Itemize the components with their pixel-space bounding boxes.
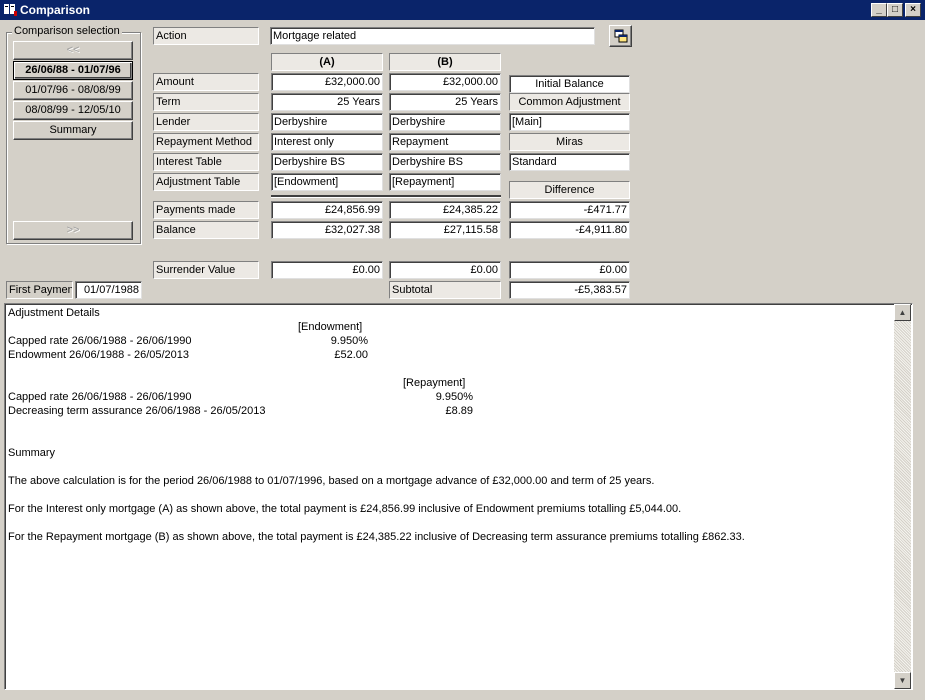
period-item-3[interactable]: 08/08/99 - 12/05/10 [13, 101, 133, 120]
details-scrollbar[interactable]: ▲ ▼ [894, 304, 911, 689]
common-adjustment-field[interactable]: [Main] [509, 113, 630, 131]
comparison-selection-label: Comparison selection [12, 25, 122, 37]
action-lookup-button[interactable] [609, 25, 632, 47]
surrender-value-label: Surrender Value [153, 261, 259, 279]
down-arrow-icon: ▼ [898, 676, 907, 685]
details-title: Adjustment Details [8, 307, 100, 319]
minimize-button[interactable]: _ [871, 3, 887, 17]
payments-difference-value: -£471.77 [509, 201, 630, 219]
surrender-difference-value: £0.00 [509, 261, 630, 279]
term-label: Term [153, 93, 259, 111]
close-button[interactable]: × [905, 3, 921, 17]
balance-difference-value: -£4,911.80 [509, 221, 630, 239]
first-payment-field[interactable]: 01/07/1988 [75, 281, 142, 299]
endow-row-1-label: Capped rate 26/06/1988 - 26/06/1990 [8, 335, 192, 347]
repayment-b-field[interactable]: Repayment [389, 133, 501, 151]
adjustment-a-field[interactable]: [Endowment] [271, 173, 383, 191]
column-b-header: (B) [389, 53, 501, 71]
initial-balance-label: Initial Balance [509, 75, 630, 93]
repay-row-1-label: Capped rate 26/06/1988 - 26/06/1990 [8, 391, 192, 403]
maximize-button[interactable]: □ [887, 3, 903, 17]
endow-row-2-label: Endowment 26/06/1988 - 26/05/2013 [8, 349, 190, 361]
payments-b-value: £24,385.22 [389, 201, 501, 219]
copy-windows-icon [614, 29, 627, 43]
period-item-2[interactable]: 01/07/96 - 08/08/99 [13, 81, 133, 100]
close-icon: × [910, 4, 916, 15]
subtotal-value: -£5,383.57 [509, 281, 630, 299]
results-separator [271, 195, 501, 198]
miras-field[interactable]: Standard [509, 153, 630, 171]
action-label: Action [153, 27, 259, 45]
term-a-field[interactable]: 25 Years [271, 93, 383, 111]
summary-line-3: For the Repayment mortgage (B) as shown … [8, 531, 745, 543]
column-a-header: (A) [271, 53, 383, 71]
up-arrow-icon: ▲ [898, 308, 907, 317]
minimize-icon: _ [876, 4, 882, 15]
amount-label: Amount [153, 73, 259, 91]
next-button[interactable]: >> [13, 221, 133, 240]
surrender-a-value: £0.00 [271, 261, 383, 279]
app-icon [4, 4, 17, 16]
prev-button[interactable]: << [13, 41, 133, 60]
interest-a-field[interactable]: Derbyshire BS [271, 153, 383, 171]
interest-table-label: Interest Table [153, 153, 259, 171]
repay-row-1-value: 9.950% [435, 391, 473, 403]
difference-header: Difference [509, 181, 630, 199]
amount-b-field[interactable]: £32,000.00 [389, 73, 501, 91]
first-payment-label: First Payment [6, 281, 73, 299]
balance-label: Balance [153, 221, 259, 239]
summary-line-2: For the Interest only mortgage (A) as sh… [8, 503, 682, 515]
repayment-a-field[interactable]: Interest only [271, 133, 383, 151]
subtotal-label: Subtotal [389, 281, 501, 299]
period-item-1[interactable]: 26/06/88 - 01/07/96 [13, 61, 133, 80]
repay-row-2-value: £8.89 [445, 405, 473, 417]
maximize-icon: □ [891, 4, 899, 15]
adjustment-table-label: Adjustment Table [153, 173, 259, 191]
miras-label: Miras [509, 133, 630, 151]
endowment-header: [Endowment] [298, 321, 363, 333]
repayment-method-label: Repayment Method [153, 133, 259, 151]
balance-b-value: £27,115.58 [389, 221, 501, 239]
amount-a-field[interactable]: £32,000.00 [271, 73, 383, 91]
term-b-field[interactable]: 25 Years [389, 93, 501, 111]
summary-button[interactable]: Summary [13, 121, 133, 140]
surrender-b-value: £0.00 [389, 261, 501, 279]
lender-a-field[interactable]: Derbyshire [271, 113, 383, 131]
lender-label: Lender [153, 113, 259, 131]
summary-title: Summary [8, 447, 56, 459]
window-title: Comparison [20, 3, 91, 17]
adjustment-details-panel[interactable]: Adjustment Details [Endowment] Capped ra… [4, 303, 913, 690]
common-adjustment-label: Common Adjustment [509, 93, 630, 111]
payments-made-label: Payments made [153, 201, 259, 219]
scroll-down-button[interactable]: ▼ [894, 672, 911, 689]
interest-b-field[interactable]: Derbyshire BS [389, 153, 501, 171]
payments-a-value: £24,856.99 [271, 201, 383, 219]
balance-a-value: £32,027.38 [271, 221, 383, 239]
summary-line-1: The above calculation is for the period … [8, 475, 655, 487]
action-field[interactable]: Mortgage related [270, 27, 595, 45]
endow-row-1-value: 9.950% [330, 335, 368, 347]
repayment-header: [Repayment] [403, 377, 466, 389]
lender-b-field[interactable]: Derbyshire [389, 113, 501, 131]
scroll-up-button[interactable]: ▲ [894, 304, 911, 321]
title-bar: Comparison _ □ × [0, 0, 925, 20]
adjustment-b-field[interactable]: [Repayment] [389, 173, 501, 191]
endow-row-2-value: £52.00 [334, 349, 368, 361]
repay-row-2-label: Decreasing term assurance 26/06/1988 - 2… [8, 405, 266, 417]
